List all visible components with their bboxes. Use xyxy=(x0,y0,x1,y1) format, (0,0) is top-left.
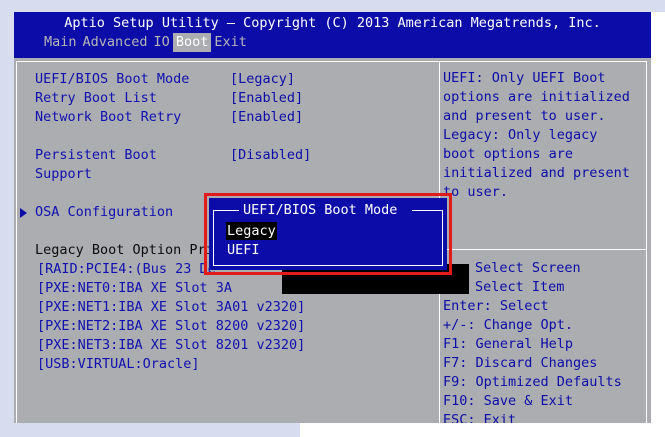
boot-option-5[interactable]: [USB:VIRTUAL:Oracle] xyxy=(37,355,200,373)
window-title: Aptio Setup Utility – Copyright (C) 2013… xyxy=(64,15,601,31)
setting-label-boot-mode[interactable]: UEFI/BIOS Boot Mode xyxy=(35,70,189,88)
frame-left-line xyxy=(16,61,17,423)
key-help-line: Enter: Select xyxy=(443,298,549,314)
tab-boot[interactable]: Boot xyxy=(172,33,212,52)
tab-main[interactable]: Main xyxy=(41,33,80,52)
setting-value-network-boot-retry[interactable]: [Enabled] xyxy=(230,108,303,126)
highlight-box xyxy=(204,193,452,275)
help-line: UEFI: Only UEFI Boot xyxy=(443,70,606,86)
tab-advanced[interactable]: Advanced xyxy=(80,33,151,52)
submenu-osa-configuration[interactable]: OSA Configuration xyxy=(35,203,173,221)
boot-priority-header: Legacy Boot Option Pri xyxy=(35,242,214,258)
key-help-line: F7: Discard Changes xyxy=(443,355,598,371)
key-help-line: F9: Optimized Defaults xyxy=(443,374,622,390)
setting-value-boot-mode[interactable]: [Legacy] xyxy=(230,70,295,88)
setting-value-retry-boot-list[interactable]: [Enabled] xyxy=(230,89,303,107)
frame-top-line xyxy=(16,61,647,62)
help-line: initialized and present xyxy=(443,165,630,181)
key-help-line: Select Item xyxy=(475,279,565,295)
help-line: to user. xyxy=(443,184,509,200)
boot-option-2[interactable]: [PXE:NET1:IBA XE Slot 3A01 v2320] xyxy=(37,298,305,316)
boot-option-0[interactable]: [RAID:PCIE4:(Bus 23 De xyxy=(37,260,216,278)
setting-label-persistent-boot[interactable]: Persistent Boot xyxy=(35,146,157,164)
bios-screen: Aptio Setup Utility – Copyright (C) 2013… xyxy=(14,12,651,423)
key-help-line: F1: General Help xyxy=(443,336,574,352)
setting-label-network-boot-retry[interactable]: Network Boot Retry xyxy=(35,108,181,126)
help-line: Legacy: Only legacy xyxy=(443,127,598,143)
boot-option-4[interactable]: [PXE:NET3:IBA XE Slot 8201 v2320] xyxy=(37,336,305,354)
background-panel-top xyxy=(0,0,665,12)
title-bar: Aptio Setup Utility – Copyright (C) 2013… xyxy=(14,12,651,58)
key-help-line: ESC: Exit xyxy=(443,412,517,423)
tab-io[interactable]: IO xyxy=(151,33,173,52)
help-line: options are initialized xyxy=(443,89,630,105)
boot-option-3[interactable]: [PXE:NET2:IBA XE Slot 8200 v2320] xyxy=(37,317,305,335)
key-help-line: F10: Save & Exit xyxy=(443,393,574,409)
setting-label-persistent-boot-line2[interactable]: Support xyxy=(35,165,92,183)
setting-label-retry-boot-list[interactable]: Retry Boot List xyxy=(35,89,157,107)
help-line: and present to user. xyxy=(443,108,606,124)
submenu-arrow-icon xyxy=(20,208,27,218)
key-help-line: Select Screen xyxy=(475,260,581,276)
key-help-line: +/-: Change Opt. xyxy=(443,317,574,333)
frame-right-line xyxy=(646,61,647,423)
help-separator-line xyxy=(439,249,646,250)
menu-tabs: Main Advanced IO Boot Exit xyxy=(41,33,250,52)
tab-exit[interactable]: Exit xyxy=(211,33,250,52)
setting-value-persistent-boot[interactable]: [Disabled] xyxy=(230,146,311,164)
help-line: boot options are xyxy=(443,146,574,162)
boot-option-1[interactable]: [PXE:NET0:IBA XE Slot 3A xyxy=(37,279,232,297)
